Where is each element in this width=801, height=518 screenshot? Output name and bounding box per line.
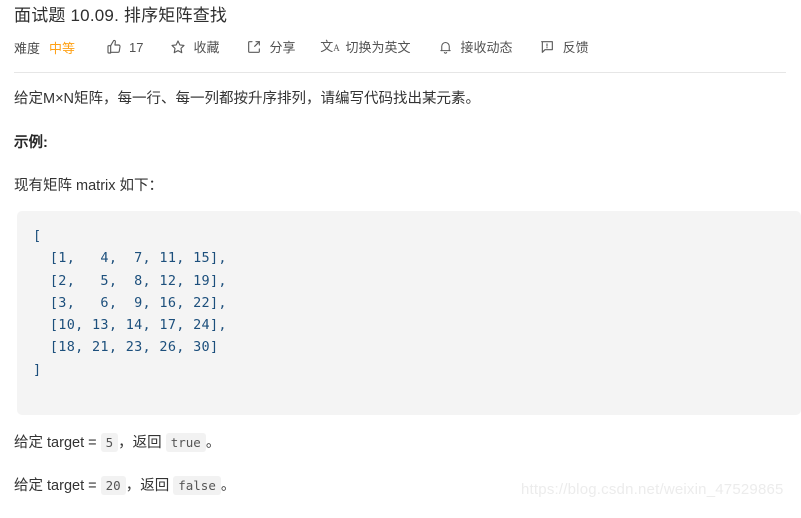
matrix-intro: 现有矩阵 matrix 如下： (14, 178, 164, 194)
case-1-target: 5 (100, 433, 119, 452)
problem-statement: 给定M×N矩阵，每一行、每一列都按升序排列，请编写代码找出某元素。 (14, 91, 481, 107)
action-toolbar: 难度 中等 17 收藏 分享 文A 切换为英文 接收动态 反馈 (14, 36, 589, 58)
header-divider (14, 72, 786, 73)
case-1-prefix: 给定 target = (14, 435, 101, 451)
difficulty-badge: 中等 (49, 40, 76, 56)
feedback-icon (539, 39, 556, 56)
translate-button[interactable]: 文A 切换为英文 (320, 38, 411, 56)
like-count: 17 (129, 39, 144, 55)
case-2-middle: ，返回 (125, 478, 174, 494)
matrix-code-text: [ [1, 4, 7, 11, 15], [2, 5, 8, 12, 19], … (33, 228, 227, 378)
example-cases: 给定 target = 5 ，返回 true。 给定 target = 20 ，返回… (14, 432, 789, 518)
share-label: 分享 (269, 39, 296, 55)
problem-description: 给定M×N矩阵，每一行、每一列都按升序排列，请编写代码找出某元素。 示例: 现有… (14, 88, 789, 216)
feedback-label: 反馈 (562, 39, 589, 55)
case-2-result: false (173, 476, 221, 495)
case-2-target: 20 (100, 476, 126, 495)
favorite-label: 收藏 (193, 39, 220, 55)
bell-icon (437, 39, 454, 56)
case-2-prefix: 给定 target = (14, 478, 101, 494)
example-case-1: 给定 target = 5 ，返回 true。 (14, 432, 789, 454)
favorite-button[interactable]: 收藏 (170, 39, 220, 56)
star-icon (170, 39, 187, 56)
thumbs-up-icon (105, 39, 122, 56)
matrix-code-block: [ [1, 4, 7, 11, 15], [2, 5, 8, 12, 19], … (17, 211, 801, 415)
like-button[interactable]: 17 (105, 39, 144, 56)
share-icon (246, 39, 263, 56)
translate-label: 切换为英文 (345, 39, 411, 55)
watermark: https://blog.csdn.net/weixin_47529865 (521, 481, 784, 498)
subscribe-button[interactable]: 接收动态 (437, 39, 513, 56)
case-1-middle: ，返回 (118, 435, 166, 451)
case-2-suffix: 。 (220, 478, 236, 494)
problem-page: 面试题 10.09. 排序矩阵查找 难度 中等 17 收藏 分享 文A 切换为英… (0, 0, 801, 512)
feedback-button[interactable]: 反馈 (539, 39, 589, 56)
subscribe-label: 接收动态 (460, 39, 513, 55)
page-title: 面试题 10.09. 排序矩阵查找 (14, 6, 228, 25)
difficulty-label: 难度 (14, 40, 41, 56)
difficulty-group: 难度 中等 (14, 36, 75, 58)
case-1-suffix: 。 (205, 435, 221, 451)
share-button[interactable]: 分享 (246, 39, 296, 56)
translate-icon: 文A (320, 38, 340, 54)
example-heading: 示例: (14, 135, 48, 151)
case-1-result: true (165, 433, 206, 452)
